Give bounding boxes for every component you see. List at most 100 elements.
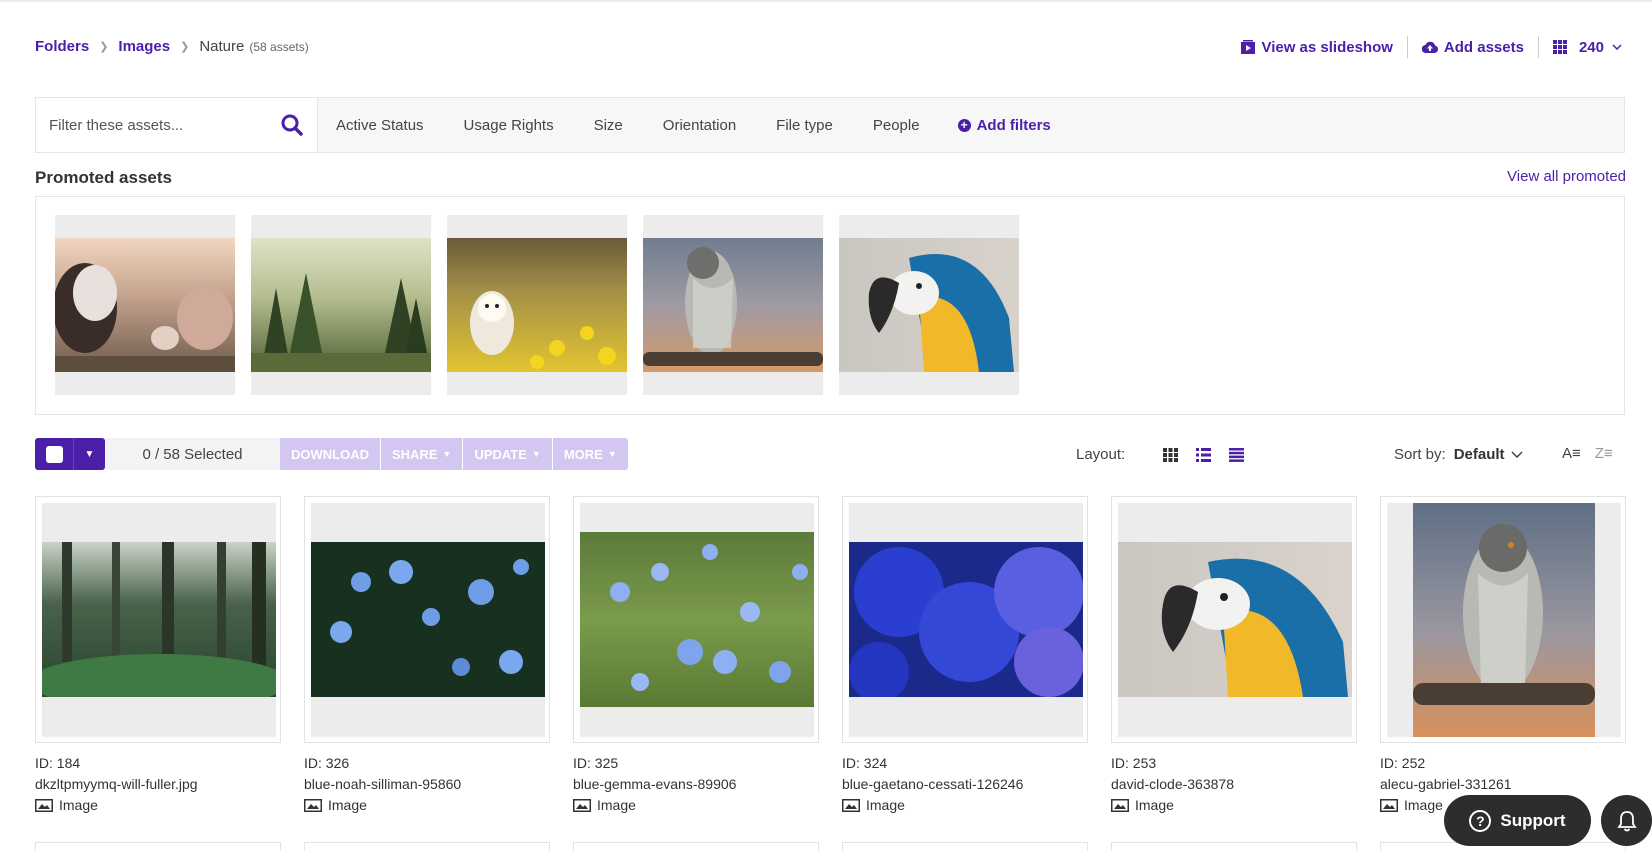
caret-down-icon: ▼ bbox=[84, 448, 95, 460]
filter-active-status[interactable]: Active Status bbox=[336, 117, 424, 134]
image-icon bbox=[304, 799, 322, 812]
breadcrumb: Folders ❯ Images ❯ Nature (58 assets) bbox=[35, 38, 309, 55]
sort-label: Sort by: bbox=[1394, 446, 1446, 463]
sort-descending-icon[interactable]: Z≡ bbox=[1595, 445, 1613, 462]
forget-me-not-image bbox=[580, 532, 814, 707]
asset-thumbnail bbox=[29, 503, 289, 737]
macaw-image bbox=[839, 238, 1019, 372]
asset-id: ID: 184 bbox=[35, 755, 81, 771]
more-button[interactable]: MORE ▼ bbox=[552, 438, 628, 470]
asset-name[interactable]: david-clode-363878 bbox=[1111, 774, 1357, 795]
filter-orientation[interactable]: Orientation bbox=[663, 117, 736, 134]
asset-card[interactable]: ID: 253 david-clode-363878 Image bbox=[1111, 496, 1357, 816]
bulk-action-toolbar: ▼ 0 / 58 Selected DOWNLOAD SHARE ▼ UPDATE… bbox=[35, 438, 628, 470]
image-icon bbox=[35, 799, 53, 812]
view-all-promoted-link[interactable]: View all promoted bbox=[1507, 168, 1626, 185]
select-dropdown-button[interactable]: ▼ bbox=[73, 438, 105, 470]
asset-type: Image bbox=[1404, 797, 1443, 813]
support-button[interactable]: ? Support bbox=[1444, 795, 1591, 846]
sort-ascending-icon[interactable]: A≡ bbox=[1562, 445, 1581, 462]
asset-card-next-row[interactable] bbox=[304, 842, 550, 851]
share-label: SHARE bbox=[392, 446, 438, 462]
asset-card[interactable]: ID: 324 blue-gaetano-cessati-126246 Imag… bbox=[842, 496, 1088, 816]
promoted-asset-forest[interactable] bbox=[251, 215, 431, 395]
download-button[interactable]: DOWNLOAD bbox=[280, 438, 381, 470]
add-assets-label: Add assets bbox=[1443, 38, 1524, 56]
promoted-asset-cows[interactable] bbox=[53, 215, 235, 395]
asset-count: (58 assets) bbox=[249, 39, 309, 54]
add-filters-button[interactable]: + Add filters bbox=[957, 117, 1051, 134]
select-all-checkbox[interactable] bbox=[35, 438, 73, 470]
asset-card[interactable]: ID: 184 dkzltpmyymq-will-fuller.jpg Imag… bbox=[29, 496, 289, 816]
caret-down-icon: ▼ bbox=[607, 449, 617, 459]
asset-id: ID: 325 bbox=[573, 755, 619, 771]
sort-value: Default bbox=[1453, 446, 1505, 463]
per-page-dropdown[interactable]: 240 bbox=[1539, 36, 1628, 58]
asset-name[interactable]: blue-gaetano-cessati-126246 bbox=[842, 774, 1088, 795]
caret-down-icon: ▼ bbox=[531, 449, 541, 459]
filter-file-type[interactable]: File type bbox=[776, 117, 833, 134]
asset-thumbnail-frame bbox=[842, 496, 1088, 743]
asset-name[interactable]: blue-gemma-evans-89906 bbox=[573, 774, 819, 795]
list-layout-icon[interactable] bbox=[1196, 447, 1212, 462]
asset-thumbnail bbox=[580, 503, 814, 737]
asset-thumbnail-frame bbox=[1111, 496, 1357, 743]
notifications-button[interactable] bbox=[1601, 795, 1652, 846]
chevron-right-icon: ❯ bbox=[180, 41, 190, 53]
search-icon[interactable] bbox=[281, 114, 303, 136]
asset-name[interactable]: dkzltpmyymq-will-fuller.jpg bbox=[35, 774, 281, 795]
asset-thumbnail bbox=[849, 503, 1084, 737]
grid-layout-icon[interactable] bbox=[1163, 447, 1179, 462]
asset-name[interactable]: alecu-gabriel-331261 bbox=[1380, 774, 1626, 795]
cloud-upload-icon bbox=[1421, 41, 1438, 53]
caret-down-icon: ▼ bbox=[442, 449, 452, 459]
asset-card[interactable]: ID: 325 blue-gemma-evans-89906 Image bbox=[573, 496, 819, 816]
asset-type: Image bbox=[866, 797, 905, 813]
asset-name[interactable]: blue-noah-silliman-95860 bbox=[304, 774, 550, 795]
asset-thumbnail bbox=[311, 503, 545, 737]
add-assets-button[interactable]: Add assets bbox=[1408, 36, 1538, 58]
asset-thumbnail-frame bbox=[29, 496, 289, 743]
breadcrumb-folders[interactable]: Folders bbox=[35, 38, 89, 55]
hawk-image bbox=[643, 238, 823, 372]
slideshow-icon bbox=[1241, 40, 1256, 54]
image-icon bbox=[573, 799, 591, 812]
search-input[interactable] bbox=[49, 116, 269, 134]
promoted-asset-owl[interactable] bbox=[447, 215, 627, 395]
promoted-asset-hawk[interactable] bbox=[643, 215, 823, 395]
chevron-down-icon bbox=[1612, 44, 1622, 50]
sort-control[interactable]: Sort by: Default bbox=[1394, 446, 1523, 463]
breadcrumb-images[interactable]: Images bbox=[118, 38, 170, 55]
asset-card[interactable]: ID: 326 blue-noah-silliman-95860 Image bbox=[304, 496, 550, 816]
update-label: UPDATE bbox=[474, 446, 527, 462]
asset-id: ID: 253 bbox=[1111, 755, 1157, 771]
promoted-asset-macaw[interactable] bbox=[839, 215, 1019, 395]
hawk-image bbox=[1413, 503, 1595, 737]
sort-direction: A≡ Z≡ bbox=[1562, 445, 1627, 462]
asset-card-next-row[interactable] bbox=[842, 842, 1088, 851]
filter-usage-rights[interactable]: Usage Rights bbox=[464, 117, 554, 134]
chevron-down-icon bbox=[1511, 451, 1523, 458]
more-label: MORE bbox=[563, 446, 603, 462]
barn-owl-image bbox=[447, 238, 627, 372]
asset-card-next-row[interactable] bbox=[1111, 842, 1357, 851]
grid-icon bbox=[1552, 40, 1567, 54]
download-label: DOWNLOAD bbox=[291, 446, 369, 462]
view-slideshow-button[interactable]: View as slideshow bbox=[1227, 36, 1406, 58]
asset-type: Image bbox=[59, 797, 98, 813]
cows-image bbox=[53, 238, 235, 372]
compact-layout-icon[interactable] bbox=[1229, 447, 1245, 462]
image-icon bbox=[1380, 799, 1398, 812]
asset-card-next-row[interactable] bbox=[35, 842, 281, 851]
selected-count: 0 / 58 Selected bbox=[105, 438, 280, 470]
filter-people[interactable]: People bbox=[873, 117, 920, 134]
asset-card-next-row[interactable] bbox=[573, 842, 819, 851]
filter-size[interactable]: Size bbox=[594, 117, 623, 134]
update-button[interactable]: UPDATE ▼ bbox=[463, 438, 553, 470]
layout-label: Layout: bbox=[1076, 446, 1126, 463]
asset-type: Image bbox=[597, 797, 636, 813]
asset-card[interactable]: ID: 252 alecu-gabriel-331261 Image bbox=[1380, 496, 1626, 816]
share-button[interactable]: SHARE ▼ bbox=[381, 438, 464, 470]
search-box bbox=[36, 98, 318, 152]
help-icon: ? bbox=[1469, 809, 1492, 832]
